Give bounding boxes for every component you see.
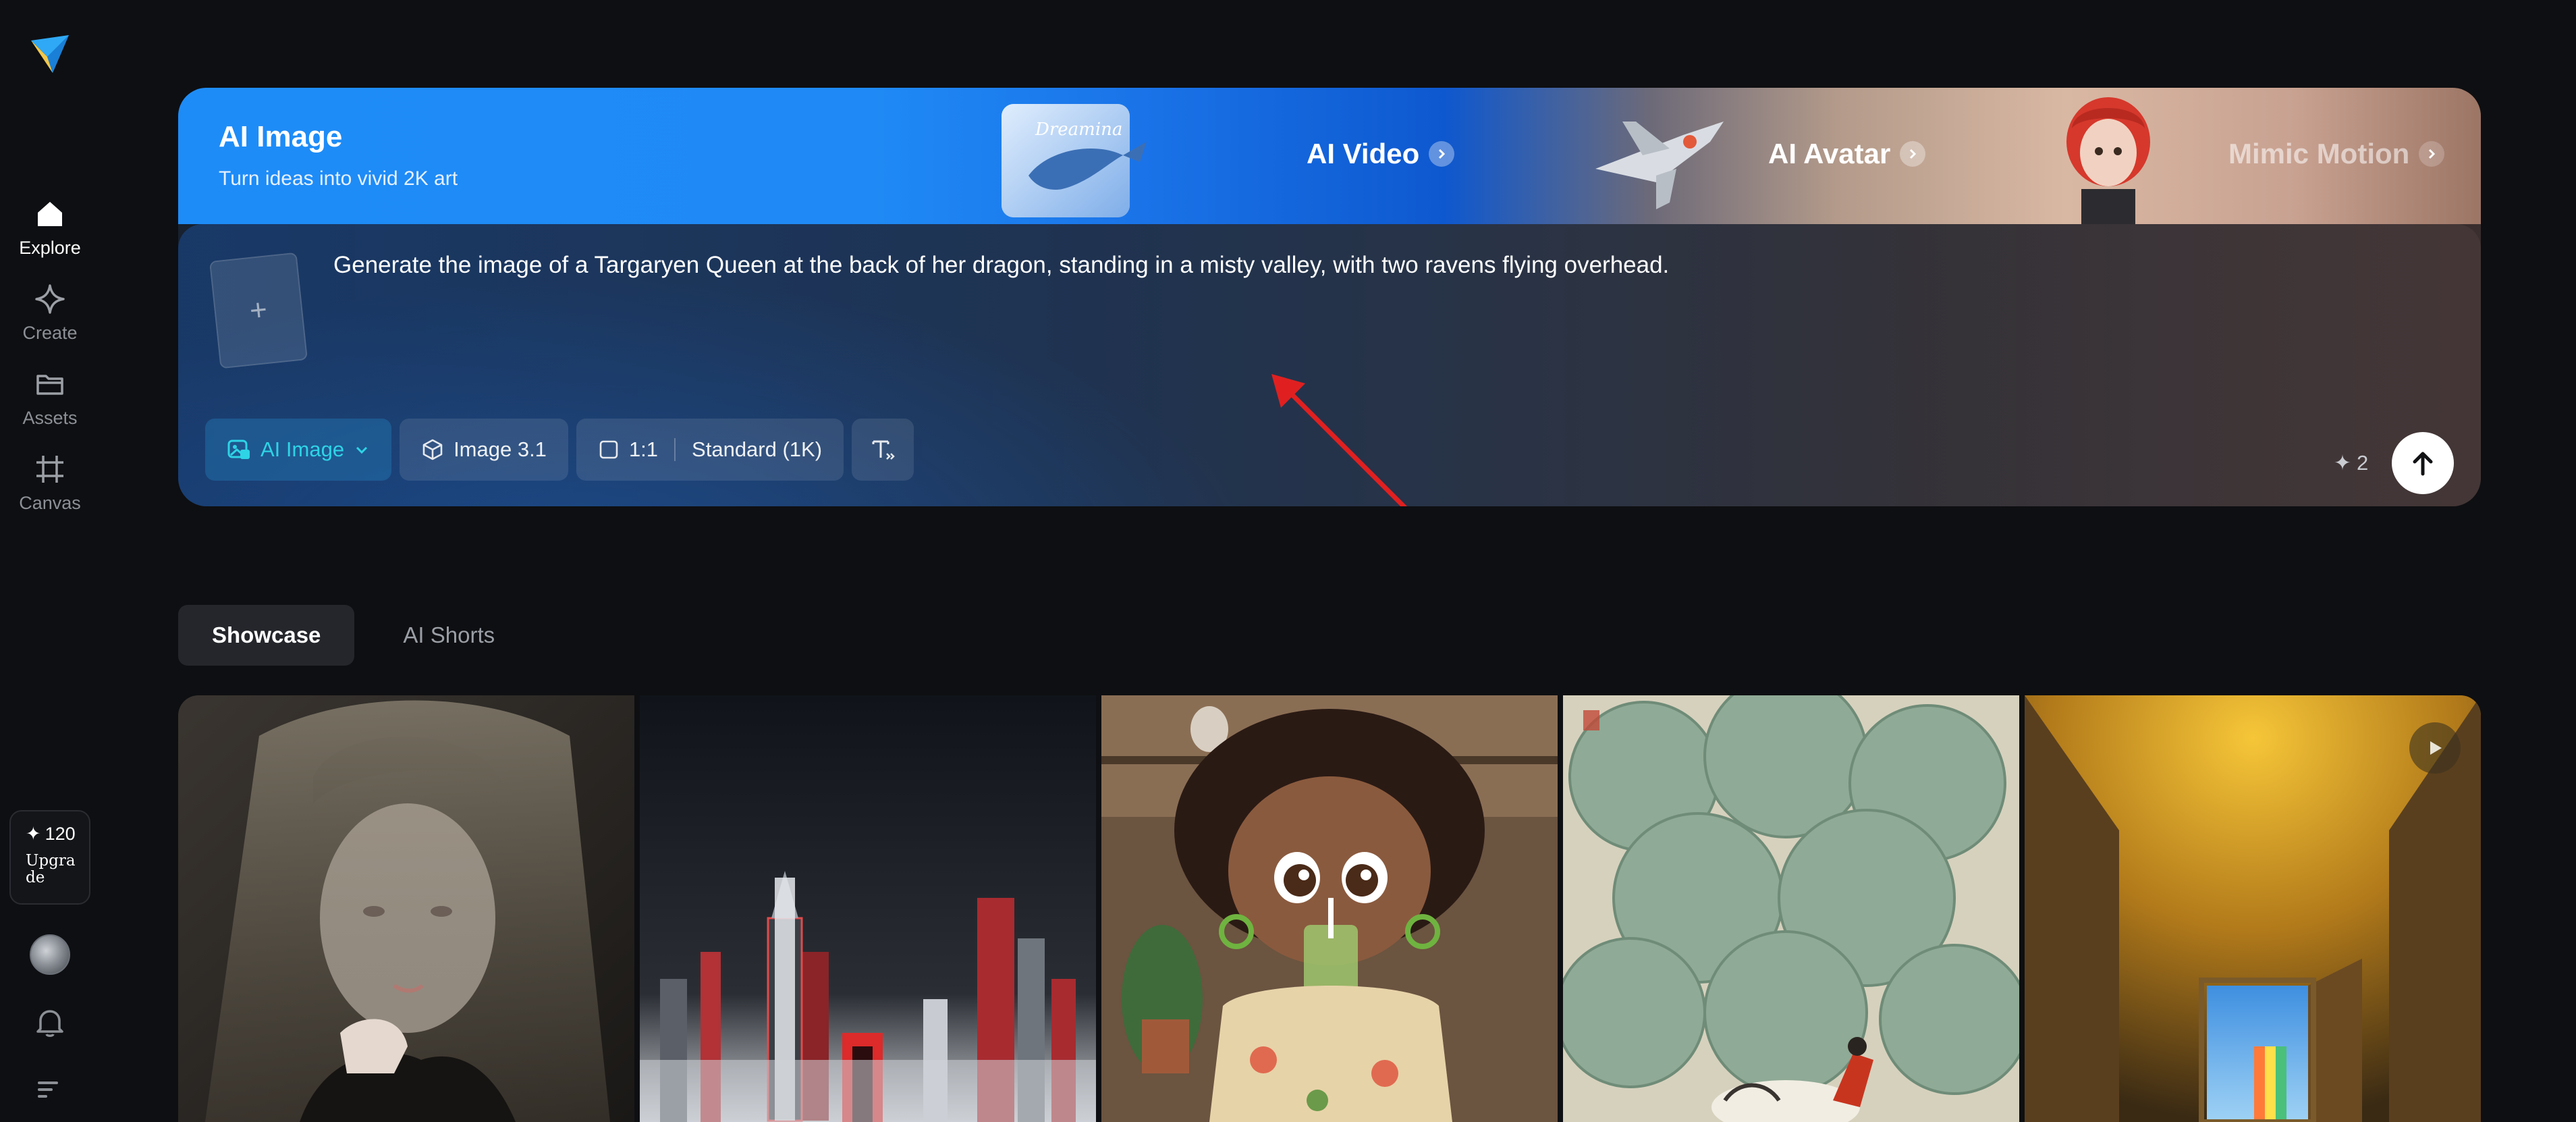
gallery-item-red-city-skyline[interactable]: [640, 695, 1096, 1122]
veiled-man-image: [178, 695, 634, 1122]
cube-icon: [422, 439, 443, 460]
red-hair-girl-thumbnail: [2066, 97, 2150, 224]
credits-count: 120: [45, 824, 76, 844]
cartoon-girl-image: [1101, 695, 1558, 1122]
showcase-gallery: [178, 695, 2481, 1122]
gallery-item-golden-hallway-door[interactable]: [2025, 695, 2481, 1122]
sparkle-icon: ✦: [26, 824, 41, 844]
airplane-thumbnail: [1595, 122, 1724, 209]
mimic-motion-label: Mimic Motion: [2228, 138, 2445, 170]
sidebar-item-label: Canvas: [19, 493, 81, 513]
content-tabs: Showcase AI Shorts: [178, 605, 528, 666]
feature-banner: AI Image Turn ideas into vivid 2K art Dr…: [178, 88, 2481, 224]
tab-showcase[interactable]: Showcase: [178, 605, 355, 666]
add-reference-image-button[interactable]: +: [209, 252, 308, 369]
model-label: Image 3.1: [454, 437, 547, 461]
gallery-item-veiled-man-portrait[interactable]: [178, 695, 634, 1122]
sidebar-item-create[interactable]: Create: [0, 281, 100, 355]
model-selector[interactable]: Image 3.1: [400, 419, 568, 481]
sidebar-item-label: Create: [22, 323, 78, 343]
text-style-button[interactable]: [852, 419, 914, 481]
sidebar-item-explore[interactable]: Explore: [0, 196, 100, 270]
arrow-up-icon: [2413, 452, 2433, 476]
ai-avatar-card[interactable]: AI Avatar: [1393, 88, 1926, 224]
folder-icon: [32, 366, 68, 402]
hero-title: AI Image: [219, 120, 343, 153]
divider: [674, 438, 676, 461]
generate-button[interactable]: [2392, 432, 2454, 494]
sidebar-item-label: Assets: [22, 408, 78, 428]
prompt-input[interactable]: Generate the image of a Targaryen Queen …: [333, 250, 2291, 281]
tab-ai-shorts[interactable]: AI Shorts: [369, 605, 528, 666]
bell-icon[interactable]: [31, 1003, 69, 1041]
sidebar: Explore Create Assets Canvas ✦ 120 Upgra…: [0, 0, 100, 1122]
cost-value: 2: [2356, 451, 2369, 475]
aspect-ratio-label: 1:1: [628, 437, 659, 461]
sparkle-diamond-icon: [32, 281, 68, 317]
quality-label: Standard (1K): [692, 437, 823, 461]
ai-video-card[interactable]: Dreamina AI Video: [921, 88, 1455, 224]
city-skyline-image: [640, 695, 1096, 1122]
aspect-quality-selector[interactable]: 1:1 Standard (1K): [576, 419, 844, 481]
plus-icon: +: [248, 292, 269, 328]
home-icon: [32, 196, 68, 232]
generation-toolbar: AI Image Image 3.1 1:1 Standard (1K): [205, 419, 914, 481]
play-icon[interactable]: [2409, 722, 2461, 774]
text-format-icon: [872, 440, 895, 460]
paper-plane-logo[interactable]: [27, 31, 73, 77]
upgrade-button[interactable]: ✦ 120 Upgrade: [9, 810, 90, 905]
mode-dropdown[interactable]: AI Image: [205, 419, 392, 481]
generation-cost: ✦ 2: [2334, 451, 2368, 475]
thumb-caption: Dreamina: [1035, 119, 1122, 140]
chevron-down-icon: [356, 446, 368, 454]
square-ratio-icon: [599, 440, 618, 459]
credits-badge: ✦ 120: [26, 824, 82, 845]
upgrade-label: Upgrade: [26, 852, 76, 886]
sidebar-item-label: Explore: [19, 238, 81, 258]
chevron-right-icon: [2419, 141, 2445, 167]
image-mode-icon: [227, 439, 250, 459]
avatar[interactable]: [30, 934, 70, 975]
hero-subtitle: Turn ideas into vivid 2K art: [219, 167, 458, 190]
mimic-motion-card[interactable]: Mimic Motion: [1865, 88, 2481, 224]
sidebar-item-canvas[interactable]: Canvas: [0, 451, 100, 525]
ai-image-hero-card: AI Image Turn ideas into vivid 2K art Dr…: [178, 88, 2481, 506]
sidebar-item-assets[interactable]: Assets: [0, 366, 100, 440]
gallery-item-cartoon-girl-drinking[interactable]: [1101, 695, 1558, 1122]
crop-frame-icon: [32, 451, 68, 487]
foliage-rider-image: [1563, 695, 2019, 1122]
whale-thumbnail: Dreamina: [1002, 104, 1147, 217]
feature-label: Mimic Motion: [2228, 138, 2410, 169]
annotation-arrow-icon: [1271, 374, 1407, 506]
gallery-item-green-foliage-rider[interactable]: [1563, 695, 2019, 1122]
prompt-panel: + Generate the image of a Targaryen Quee…: [178, 224, 2481, 506]
menu-icon[interactable]: [35, 1077, 65, 1102]
sparkle-icon: ✦: [2334, 451, 2351, 475]
mode-label: AI Image: [261, 437, 345, 461]
